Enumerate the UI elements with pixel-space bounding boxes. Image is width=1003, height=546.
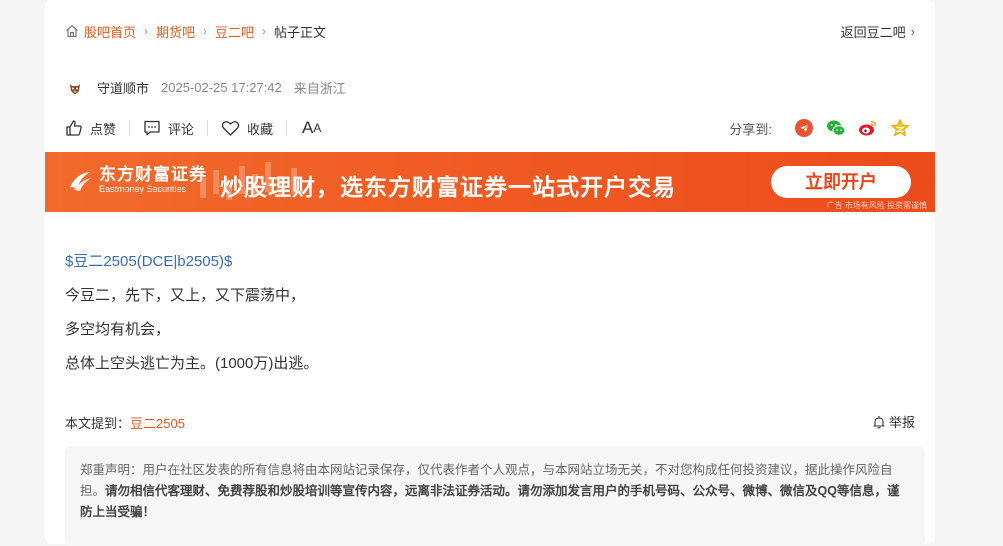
heart-icon (221, 121, 240, 136)
post-line: 今豆二，先下，又上，又下震荡中， (65, 287, 306, 304)
post-toolbar: 点赞 评论 收藏 AA (65, 118, 321, 138)
eastmoney-logo: 东方财富证券 Eastmoney Securities (67, 166, 207, 195)
banner-slogan: 炒股理财，选东方财富证券一站式开户交易 (220, 174, 676, 200)
ad-notice: 广告 市场有风险 投资需谨慎 (826, 201, 927, 210)
post-content: $豆二2505(DCE|b2505)$ 今豆二，先下，又上，又下震荡中， 多空均… (65, 253, 318, 389)
open-account-button[interactable]: 立即开户 (771, 166, 911, 198)
back-to-bar-link[interactable]: 返回豆二吧 › (841, 22, 915, 41)
mentioned-stocks: 本文提到：豆二2505 (65, 413, 185, 432)
back-label: 返回豆二吧 (840, 25, 906, 40)
disclaimer-box: 郑重声明：用户在社区发表的所有信息将由本网站记录保存，仅代表作者个人观点，与本网… (65, 446, 925, 546)
report-button[interactable]: 举报 (872, 412, 915, 431)
breadcrumb-current: 帖子正文 (274, 24, 327, 40)
eastmoney-logo-icon (70, 171, 91, 191)
font-size-large: A (302, 118, 314, 137)
share-telegram-icon[interactable] (794, 118, 814, 138)
chevron-right-icon: › (203, 24, 208, 38)
favorite-label: 收藏 (247, 121, 274, 137)
breadcrumb-guba-home[interactable]: 股吧首页 (84, 22, 136, 41)
home-icon (66, 25, 78, 38)
qzone-star-icon[interactable] (890, 118, 910, 138)
chevron-right-icon: › (262, 24, 267, 38)
avatar[interactable] (67, 79, 83, 96)
chevron-right-icon: › (910, 24, 915, 39)
share-label: 分享到: (729, 121, 772, 137)
post-time: 2025-02-25 17:27:42 (161, 80, 282, 95)
post-location: 来自浙江 (293, 81, 346, 96)
mention-label: 本文提到： (65, 416, 131, 431)
comment-button[interactable]: 评论 (143, 119, 194, 138)
chevron-right-icon: › (144, 24, 149, 38)
font-size-toggle[interactable]: AA (302, 118, 321, 138)
logo-en: Eastmoney Securities (99, 184, 187, 194)
post-line: 总体上空头逃亡为主。(1000万)出逃。 (65, 355, 319, 372)
like-button[interactable]: 点赞 (65, 119, 116, 138)
post-card: 股吧首页 › 期货吧 › 豆二吧 › 帖子正文 返回豆二吧 › 守道顺市 202… (45, 0, 935, 546)
divider (207, 120, 209, 136)
logo-cn: 东方财富证券 (99, 165, 207, 184)
breadcrumb-douer[interactable]: 豆二吧 (215, 22, 254, 41)
mention-link[interactable]: 豆二2505 (130, 416, 185, 431)
stock-tag-link[interactable]: $豆二2505(DCE|b2505)$ (65, 253, 232, 270)
wechat-icon[interactable] (826, 118, 846, 138)
font-size-small: A (313, 121, 322, 135)
ad-banner[interactable]: 东方财富证券 Eastmoney Securities 炒股理财，选东方财富证券… (45, 152, 935, 212)
report-label: 举报 (888, 415, 915, 430)
breadcrumb-futures[interactable]: 期货吧 (156, 22, 195, 41)
disclaimer-warning: 请勿相信代客理财、免费荐股和炒股培训等宣传内容，远离非法证券活动。请勿添加发言用… (80, 484, 900, 519)
like-label: 点赞 (90, 121, 117, 137)
report-bell-icon (873, 415, 885, 428)
divider (129, 120, 131, 136)
breadcrumb: 股吧首页 › 期货吧 › 豆二吧 › 帖子正文 (65, 22, 326, 40)
author-row: 守道顺市 2025-02-25 17:27:42 来自浙江 (67, 78, 346, 97)
comment-label: 评论 (168, 121, 195, 137)
thumbs-up-icon (66, 120, 82, 136)
weibo-icon[interactable] (858, 118, 878, 138)
divider (286, 120, 288, 136)
favorite-button[interactable]: 收藏 (221, 119, 273, 138)
share-bar: 分享到: (729, 118, 910, 138)
author-name[interactable]: 守道顺市 (97, 78, 149, 97)
comment-icon (144, 120, 160, 136)
post-line: 多空均有机会， (65, 321, 171, 338)
